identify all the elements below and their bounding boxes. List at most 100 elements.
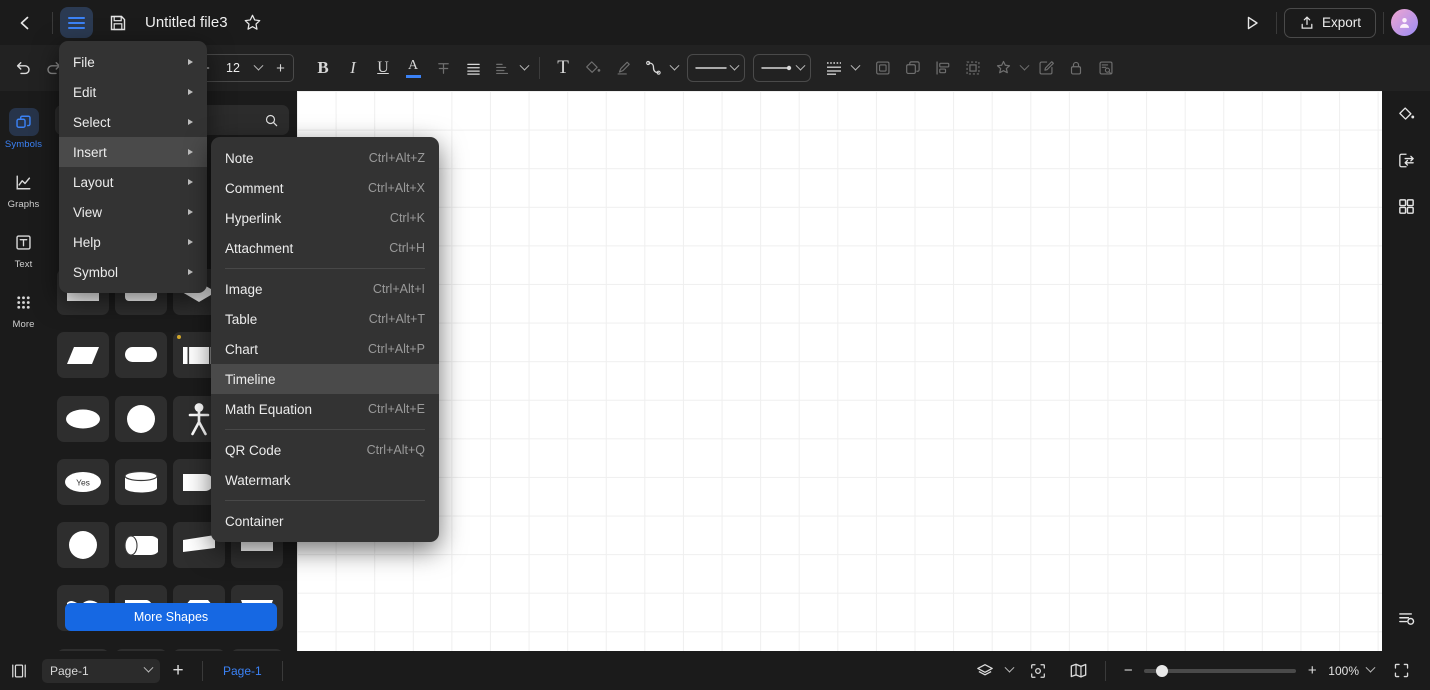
menu-item-view[interactable]: View [59, 197, 207, 227]
submenu-item-math-equation[interactable]: Math Equation Ctrl+Alt+E [211, 394, 439, 424]
menu-item-help[interactable]: Help [59, 227, 207, 257]
shape-stadium[interactable] [115, 332, 167, 379]
fill-color-button[interactable] [578, 53, 608, 83]
submenu-item-table[interactable]: Table Ctrl+Alt+T [211, 304, 439, 334]
save-button[interactable] [101, 6, 135, 40]
italic-button[interactable]: I [338, 53, 368, 83]
menu-item-file[interactable]: File [59, 47, 207, 77]
submenu-item-watermark[interactable]: Watermark [211, 465, 439, 495]
shape-decision-yes[interactable]: Yes [57, 458, 109, 505]
page-select[interactable]: Page-1 [42, 658, 160, 683]
layers-button[interactable] [966, 656, 1004, 686]
symbols-shapes-icon [8, 108, 39, 136]
main-menu-button[interactable] [60, 7, 93, 38]
right-rail-settings[interactable] [1382, 595, 1430, 641]
text-tool-button[interactable]: T [548, 53, 578, 83]
share-upload-icon [1299, 15, 1315, 31]
menu-item-symbol[interactable]: Symbol [59, 257, 207, 287]
favorite-button[interactable] [238, 8, 268, 38]
back-button[interactable] [5, 3, 45, 43]
right-rail-apps[interactable] [1382, 183, 1430, 229]
font-size-stepper[interactable]: − 12 + [192, 54, 294, 82]
minimap-button[interactable] [1059, 656, 1097, 686]
edit-button[interactable] [1031, 53, 1061, 83]
shape-circle[interactable] [115, 395, 167, 442]
fullscreen-button[interactable] [1382, 656, 1420, 686]
font-size-dropdown[interactable] [248, 60, 268, 72]
zoom-value[interactable]: 100% [1328, 664, 1359, 678]
sidebar-item-more[interactable]: More [0, 283, 47, 334]
avatar[interactable] [1391, 9, 1418, 36]
group-button[interactable] [958, 53, 988, 83]
shape-database-cylinder[interactable] [115, 458, 167, 505]
submenu-item-hyperlink[interactable]: Hyperlink Ctrl+K [211, 203, 439, 233]
menu-item-edit[interactable]: Edit [59, 77, 207, 107]
focus-button[interactable] [1019, 656, 1057, 686]
inspect-button[interactable] [1091, 53, 1121, 83]
zoom-slider-knob[interactable] [1156, 664, 1169, 677]
zoom-slider[interactable] [1144, 664, 1297, 677]
menu-item-label: Edit [73, 84, 97, 100]
right-rail-fill[interactable] [1382, 91, 1430, 137]
font-size-value[interactable]: 12 [218, 61, 248, 75]
line-weight-button[interactable] [819, 53, 849, 83]
file-title[interactable]: Untitled file3 [145, 14, 228, 31]
strikethrough-button[interactable] [428, 53, 458, 83]
brush-button[interactable] [608, 53, 638, 83]
menu-item-insert[interactable]: Insert [59, 137, 207, 167]
font-color-button[interactable]: A [398, 53, 428, 83]
export-button[interactable]: Export [1283, 7, 1376, 38]
text-align-button[interactable] [458, 53, 488, 83]
canvas[interactable] [297, 91, 1382, 651]
panel-toggle-button[interactable] [0, 656, 38, 686]
shape-parallelogram[interactable] [57, 332, 109, 379]
edit-pencil-icon [1037, 59, 1055, 77]
sidebar-item-symbols[interactable]: Symbols [0, 103, 47, 154]
layers-icon [976, 662, 994, 680]
present-button[interactable] [1235, 6, 1269, 40]
arrow-style-select[interactable] [753, 54, 811, 82]
duplicate-layer-icon [904, 59, 922, 77]
undo-button[interactable] [8, 53, 38, 83]
shape-ellipse[interactable] [57, 395, 109, 442]
submenu-item-timeline[interactable]: Timeline [211, 364, 439, 394]
effects-button[interactable] [988, 53, 1018, 83]
zoom-out-button[interactable]: − [1120, 662, 1136, 679]
submenu-item-qr-code[interactable]: QR Code Ctrl+Alt+Q [211, 435, 439, 465]
submenu-item-comment[interactable]: Comment Ctrl+Alt+X [211, 173, 439, 203]
underline-button[interactable]: U [368, 53, 398, 83]
line-style-select[interactable] [687, 54, 745, 82]
effects-dropdown[interactable] [1018, 60, 1031, 72]
page-tab-page-1[interactable]: Page-1 [209, 664, 276, 678]
line-spacing-button[interactable] [488, 53, 518, 83]
top-bar-right: Export [1235, 6, 1430, 40]
menu-item-layout[interactable]: Layout [59, 167, 207, 197]
chevron-down-icon[interactable] [1365, 662, 1376, 673]
line-weight-dropdown[interactable] [849, 60, 862, 72]
submenu-item-image[interactable]: Image Ctrl+Alt+I [211, 274, 439, 304]
font-size-increase[interactable]: + [268, 55, 293, 81]
more-shapes-button[interactable]: More Shapes [65, 603, 277, 631]
layers-dropdown[interactable] [1004, 662, 1017, 674]
add-page-button[interactable]: + [160, 656, 196, 686]
connector-dropdown[interactable] [668, 60, 681, 72]
zoom-in-button[interactable]: + [1304, 662, 1320, 679]
bold-button[interactable]: B [308, 53, 338, 83]
frame-button[interactable] [868, 53, 898, 83]
svg-text:Yes: Yes [76, 477, 90, 487]
sidebar-item-graphs[interactable]: Graphs [0, 163, 47, 214]
submenu-item-attachment[interactable]: Attachment Ctrl+H [211, 233, 439, 263]
menu-item-select[interactable]: Select [59, 107, 207, 137]
duplicate-button[interactable] [898, 53, 928, 83]
submenu-item-container[interactable]: Container [211, 506, 439, 536]
submenu-item-chart[interactable]: Chart Ctrl+Alt+P [211, 334, 439, 364]
connector-button[interactable] [638, 53, 668, 83]
submenu-item-note[interactable]: Note Ctrl+Alt+Z [211, 143, 439, 173]
lock-button[interactable] [1061, 53, 1091, 83]
sidebar-item-text[interactable]: Text [0, 223, 47, 274]
shape-circle-connector[interactable] [57, 522, 109, 569]
shape-direct-access-storage[interactable] [115, 522, 167, 569]
line-spacing-dropdown[interactable] [518, 60, 531, 72]
align-objects-button[interactable] [928, 53, 958, 83]
right-rail-swap[interactable] [1382, 137, 1430, 183]
